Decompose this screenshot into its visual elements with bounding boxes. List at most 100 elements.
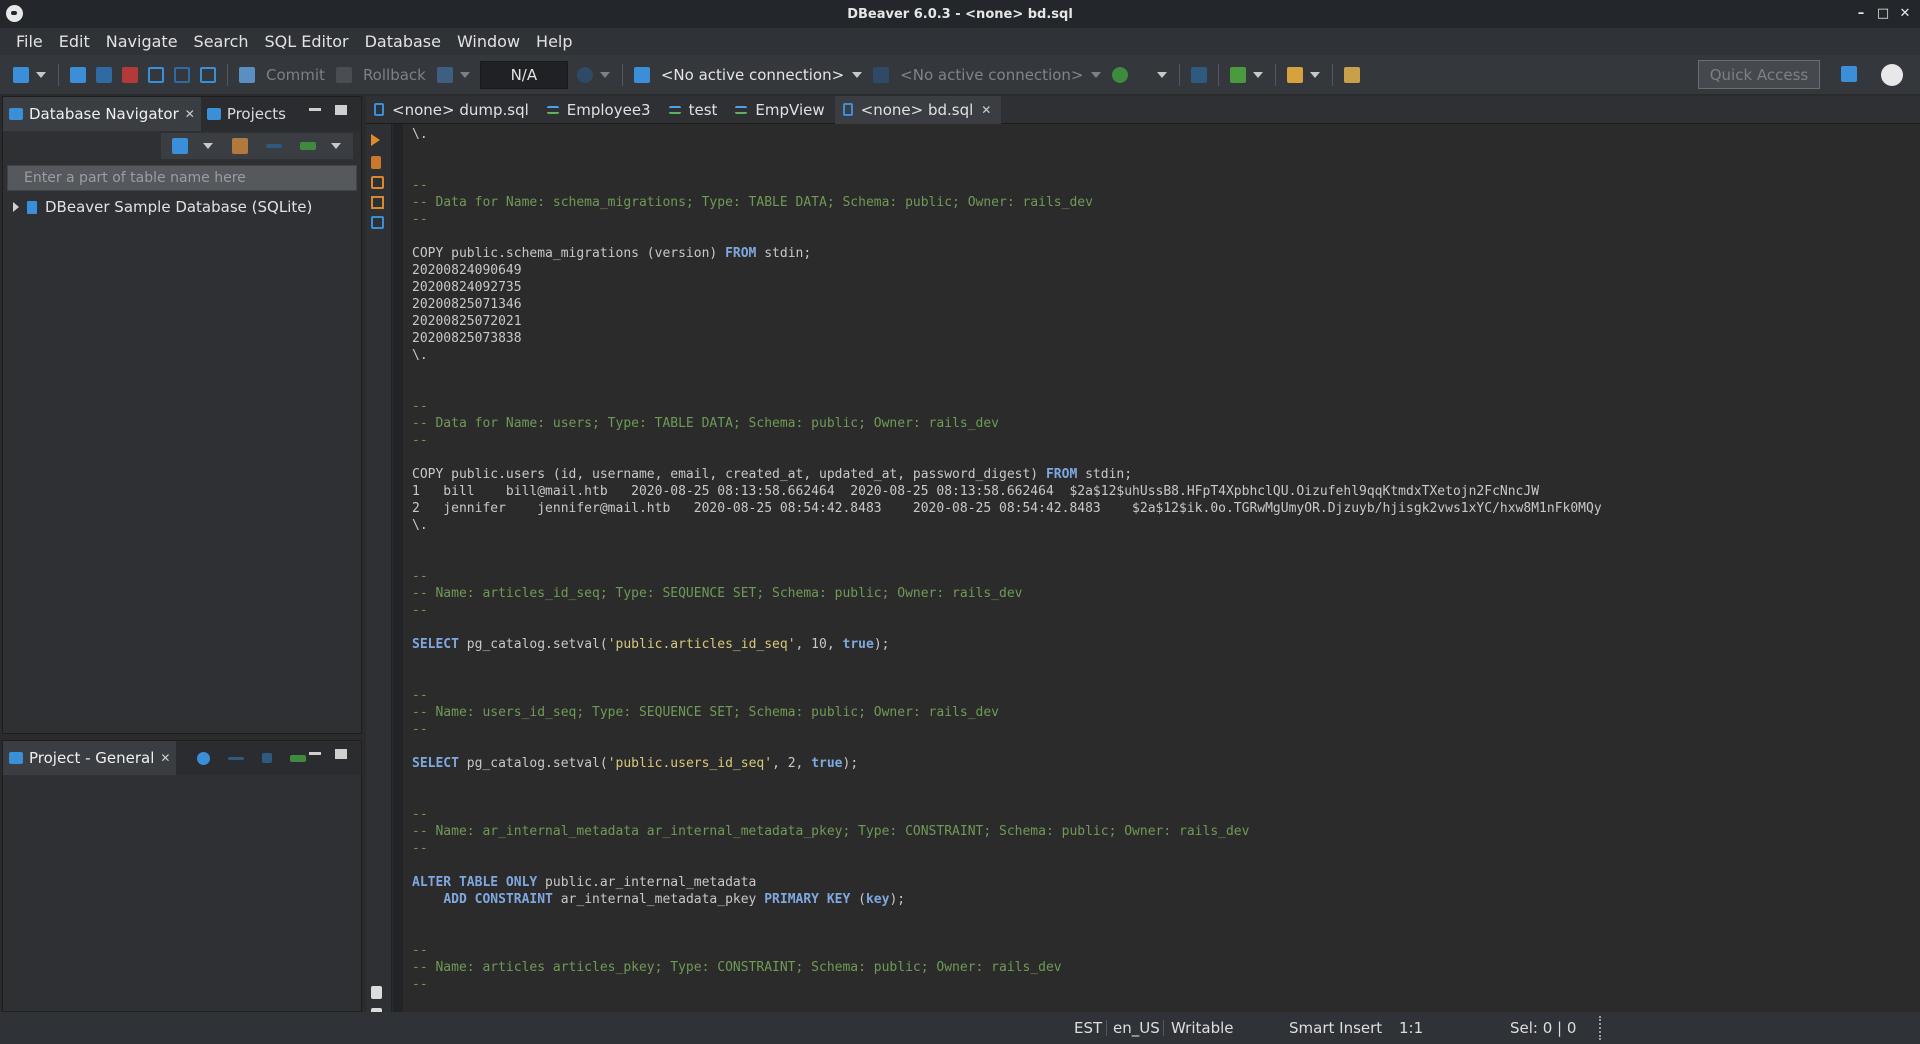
navigator-toolbar [3,131,361,161]
show-results-icon[interactable] [371,986,382,999]
tab-bd-sql[interactable]: <none> bd.sql ✕ [834,95,1002,124]
chevron-down-icon[interactable] [1091,71,1102,78]
maximize-icon[interactable] [335,105,347,115]
tab-test[interactable]: test [661,96,728,124]
new-connection-icon[interactable] [13,66,29,83]
disconnect-icon[interactable] [96,66,112,83]
panel-controls [309,105,347,115]
back-icon[interactable] [1344,66,1361,83]
table-filter-input[interactable]: Enter a part of table name here [7,165,357,191]
chevron-down-icon[interactable] [1157,71,1168,78]
explain-plan-icon[interactable] [371,196,384,209]
dbeaver-perspective-icon[interactable] [1881,64,1903,86]
chevron-down-icon[interactable] [36,71,46,78]
rollback-icon[interactable] [335,66,352,83]
close-icon[interactable]: ✕ [185,107,195,121]
refresh-icon[interactable] [1112,66,1129,83]
chevron-down-icon[interactable] [1310,71,1321,78]
status-insert-mode[interactable]: Smart Insert [1289,1012,1382,1044]
chevron-down-icon[interactable] [203,143,213,149]
menu-sql-editor[interactable]: SQL Editor [257,28,357,55]
chevron-down-icon[interactable] [852,71,863,78]
load-plan-icon[interactable] [371,216,384,229]
tab-dump-sql[interactable]: <none> dump.sql [366,96,539,124]
commit-button[interactable]: Commit [266,66,325,84]
collapse-all-icon[interactable] [266,144,282,148]
connect-icon[interactable] [70,66,86,83]
status-grip[interactable] [1599,1016,1601,1040]
code-line: 2 jennifer jennifer@mail.htb 2020-08-25 … [412,501,1602,516]
maximize-icon[interactable]: □ [1872,4,1894,24]
close-icon[interactable]: ✕ [1894,4,1916,24]
menu-database[interactable]: Database [357,28,449,55]
tree-item-sample-database[interactable]: DBeaver Sample Database (SQLite) [3,195,361,219]
menu-navigate[interactable]: Navigate [98,28,186,55]
menu-help[interactable]: Help [528,28,580,55]
expand-arrow-icon[interactable] [13,202,19,212]
tab-label: <none> bd.sql [860,100,974,119]
status-bar: EST en_US Writable Smart Insert 1:1 Sel:… [0,1012,1920,1044]
menu-search[interactable]: Search [186,28,257,55]
menu-window[interactable]: Window [449,28,528,55]
new-folder-icon[interactable] [232,138,248,154]
explain-plan-icon[interactable] [1191,66,1208,83]
transaction-mode-icon[interactable] [436,66,453,83]
menu-file[interactable]: File [8,28,51,55]
transaction-log-icon[interactable] [576,66,593,83]
new-script-icon[interactable] [174,66,190,83]
open-perspective-icon[interactable] [1841,66,1857,82]
stop-icon[interactable] [122,66,138,83]
code-line: ADD CONSTRAINT ar_internal_metadata_pkey… [443,892,906,907]
maximize-icon[interactable] [335,749,347,759]
code-line: COPY public.schema_migrations (version) … [412,246,812,261]
code-line: -- [412,433,428,448]
chevron-down-icon[interactable] [459,71,470,78]
active-connection-select[interactable]: <No active connection> [661,66,844,84]
link-with-editor-icon[interactable] [300,142,316,150]
tab-label: test [688,100,718,119]
sql-code-editor[interactable]: \. -- -- Data for Name: schema_migrations;… [412,126,1920,1012]
link-with-editor-icon[interactable] [290,754,307,762]
tab-employee3[interactable]: Employee3 [539,96,661,124]
execute-statement-icon[interactable] [371,134,380,146]
debug-icon[interactable] [1230,66,1247,83]
configure-icon[interactable] [197,751,211,765]
execute-new-tab-icon[interactable] [371,176,384,189]
minimize-icon[interactable] [309,749,321,755]
view-icon [735,105,748,114]
menu-edit[interactable]: Edit [51,28,98,55]
toolbar-separator [1218,63,1220,86]
quick-access-input[interactable]: Quick Access [1698,60,1820,89]
tab-project-general[interactable]: Project - General ✕ [3,741,177,775]
open-script-icon[interactable] [200,66,216,83]
tab-projects[interactable]: Projects [201,97,292,131]
status-writable: Writable [1171,1019,1234,1037]
tools-icon[interactable] [1287,66,1304,83]
minimize-icon[interactable] [309,105,321,111]
commit-icon[interactable] [239,66,255,83]
minimize-icon[interactable]: – [1850,4,1872,24]
sql-editor-icon[interactable] [148,66,164,83]
collapse-all-icon[interactable] [228,756,245,760]
chevron-down-icon[interactable] [599,71,610,78]
tab-database-navigator[interactable]: Database Navigator ✕ [3,97,201,131]
new-connection-icon[interactable] [172,138,188,154]
active-schema-select[interactable]: <No active connection> [900,66,1083,84]
close-icon[interactable]: ✕ [160,751,170,765]
rollback-button[interactable]: Rollback [363,66,426,84]
add-icon[interactable] [262,753,273,763]
view-menu-icon[interactable] [331,143,341,149]
execute-script-icon[interactable] [371,156,381,169]
chevron-down-icon[interactable] [1253,71,1264,78]
tab-empview[interactable]: EmpView [727,96,834,124]
transaction-mode-select[interactable]: N/A [479,60,568,89]
code-line: -- [412,688,428,703]
close-icon[interactable]: ✕ [981,103,991,117]
toolbar-separator [621,63,623,86]
